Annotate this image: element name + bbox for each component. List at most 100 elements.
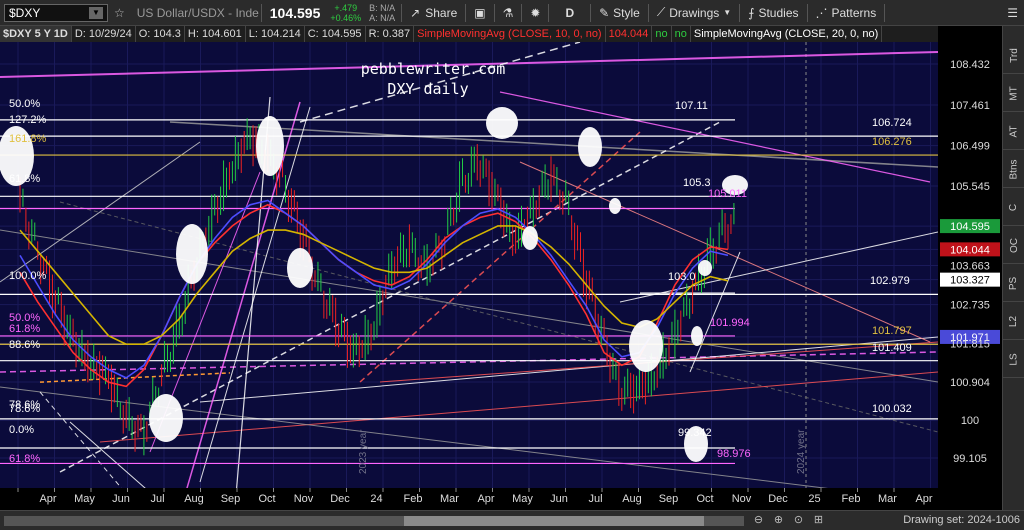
time-tick-label: Aug — [622, 493, 642, 505]
time-axis-bg — [0, 488, 938, 510]
level-price-label: 101.994 — [710, 317, 750, 329]
price-chart[interactable]: 50.0%127.2%161.8%61.8%78.6%100.0%50.0%61… — [0, 42, 938, 510]
time-tick-label: Jun — [550, 493, 568, 505]
zoom-in-icon[interactable]: ⊕ — [772, 514, 785, 527]
level-price-label: 100.032 — [872, 403, 912, 415]
level-price-label: 106.276 — [872, 136, 912, 148]
toolbar: $DXY ▼ ☆ US Dollar/USDX - Inde... 104.59… — [0, 0, 1024, 26]
time-tick-label: 24 — [370, 493, 382, 505]
time-tick-label: Oct — [696, 493, 713, 505]
level-price-label: 107.11 — [675, 100, 708, 112]
share-label: Share — [425, 5, 458, 20]
sidebar-tab-label: AT — [1008, 125, 1020, 138]
highlight-ellipse — [522, 226, 538, 250]
symbol-selector[interactable]: $DXY ▼ — [4, 3, 108, 22]
highlight-ellipse — [287, 248, 313, 288]
fib-percent-label: 0.0% — [9, 424, 34, 436]
zoom-fit-icon[interactable]: ⊙ — [792, 514, 805, 527]
chart-symbol[interactable]: $DXY 5 Y 1D — [0, 26, 72, 42]
sidebar-tab-mt[interactable]: MT — [1003, 76, 1024, 112]
sidebar-tab-c[interactable]: C — [1003, 190, 1024, 226]
time-tick-label: Sep — [659, 493, 679, 505]
sma1-label[interactable]: SimpleMovingAvg (CLOSE, 10, 0, no) — [414, 26, 606, 42]
menu-icon[interactable]: ☰ — [1001, 0, 1024, 26]
patterns-button[interactable]: ⋰ Patterns — [810, 0, 883, 26]
scrollbar-thumb[interactable] — [404, 516, 704, 526]
time-tick-label: Sep — [221, 493, 241, 505]
price-tick-label: 106.499 — [950, 141, 990, 153]
sidebar-tab-btns[interactable]: Btns — [1003, 152, 1024, 188]
separator — [590, 3, 592, 22]
drawing-set-label[interactable]: Drawing set: 2024-1006 — [903, 514, 1020, 526]
sidebar-tab-oc[interactable]: OC — [1003, 228, 1024, 264]
time-tick-label: Aug — [184, 493, 204, 505]
separator — [521, 3, 523, 22]
level-price-label: 101.797 — [872, 325, 912, 337]
level-price-label: 99.342 — [678, 427, 712, 439]
style-label: Style — [613, 5, 640, 20]
highlight-ellipse — [256, 116, 284, 176]
time-tick-label: Apr — [39, 493, 56, 505]
style-button[interactable]: ✎ Style — [593, 0, 646, 26]
sidebar-tab-label: LS — [1008, 353, 1020, 366]
share-button[interactable]: ↗ Share — [404, 0, 463, 26]
sidebar-tab-label: OC — [1008, 238, 1020, 253]
bid: B: N/A — [369, 2, 396, 13]
sidebar-tab-label: C — [1008, 203, 1020, 212]
separator — [493, 3, 495, 22]
sidebar-tab-trd[interactable]: Trd — [1003, 38, 1024, 74]
share-icon: ↗ — [410, 5, 421, 20]
year-marker-2023: 2023 year — [358, 429, 369, 474]
time-tick-label: Mar — [440, 493, 459, 505]
highlight-ellipse — [176, 224, 208, 284]
right-sidebar: Trd MT AT Btns C OC PS L2 LS — [1002, 26, 1024, 510]
studies-icon: ⨍ — [748, 5, 755, 20]
time-tick-label: Apr — [915, 493, 932, 505]
fib-percent-label: 161.8% — [9, 133, 47, 145]
sidebar-tab-label: PS — [1008, 276, 1020, 291]
drawings-button[interactable]: ⟋ Drawings ▼ — [651, 0, 737, 26]
info-high: H: 104.601 — [185, 26, 246, 42]
time-tick-label: May — [74, 493, 95, 505]
info-low: L: 104.214 — [246, 26, 305, 42]
sma2-label[interactable]: SimpleMovingAvg (CLOSE, 20, 0, no) — [691, 26, 883, 42]
last-price: 104.595 — [269, 4, 321, 21]
time-tick-label: Jun — [112, 493, 130, 505]
zoom-box-icon[interactable]: ⊞ — [812, 514, 825, 527]
level-price-label: 98.976 — [717, 448, 751, 460]
sma1-no: no — [652, 26, 672, 42]
period-selector[interactable]: D — [551, 0, 588, 26]
horizontal-scrollbar[interactable] — [4, 516, 744, 526]
flask-icon[interactable]: ⚗ — [497, 0, 520, 26]
info-open: O: 104.3 — [136, 26, 185, 42]
patterns-icon: ⋰ — [815, 5, 828, 20]
bid-ask-block: B: N/A A: N/A — [365, 0, 399, 26]
year-marker-2024: 2024 year — [796, 429, 807, 474]
price-tick-label: 108.432 — [950, 59, 990, 71]
time-tick-label: Nov — [732, 493, 752, 505]
sidebar-tab-ls[interactable]: LS — [1003, 342, 1024, 378]
fib-percent-label: 61.8% — [9, 453, 40, 465]
time-tick-label: Mar — [878, 493, 897, 505]
highlight-ellipse — [629, 320, 663, 372]
star-icon[interactable]: ☆ — [108, 0, 131, 26]
info-date: D: 10/29/24 — [72, 26, 136, 42]
fib-percent-label: 50.0% — [9, 98, 40, 110]
time-axis[interactable]: Apr May Jun Jul Aug Sep Oct Nov Dec 24 Feb Mar Apr Ma… — [0, 488, 938, 510]
price-axis[interactable]: 108.432 107.461 106.499 105.545 104.595 104.0… — [938, 26, 1002, 510]
gear-icon[interactable]: ✹ — [524, 0, 546, 26]
time-tick-label: Jul — [588, 493, 602, 505]
studies-button[interactable]: ⨍ Studies — [742, 0, 804, 26]
price-tick-label: 107.461 — [950, 100, 990, 112]
sidebar-tab-at[interactable]: AT — [1003, 114, 1024, 150]
display-icon[interactable]: ▣ — [468, 0, 491, 26]
chevron-down-icon[interactable]: ▼ — [89, 6, 103, 19]
zoom-out-icon[interactable]: ⊖ — [752, 514, 765, 527]
fib-percent-label: 78.6% — [9, 399, 40, 411]
time-tick-label: Dec — [330, 493, 350, 505]
sidebar-tab-l2[interactable]: L2 — [1003, 304, 1024, 340]
separator — [465, 3, 467, 22]
sidebar-tab-ps[interactable]: PS — [1003, 266, 1024, 302]
highlight-ellipse — [578, 127, 602, 167]
symbol-description: US Dollar/USDX - Inde... — [136, 5, 259, 20]
